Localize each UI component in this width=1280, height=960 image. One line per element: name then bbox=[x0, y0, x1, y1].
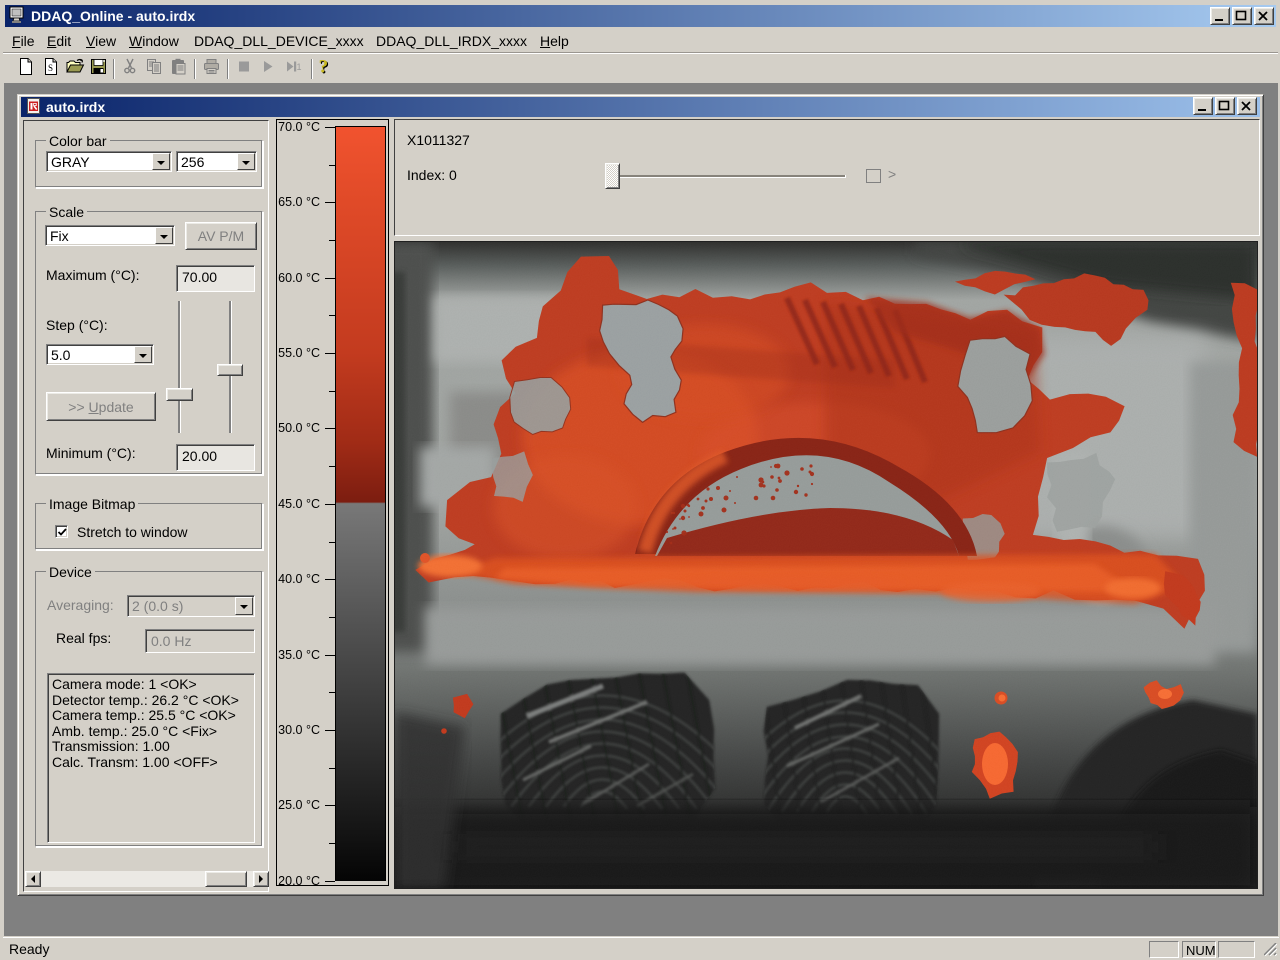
svg-text:1: 1 bbox=[297, 62, 302, 72]
svg-text:S: S bbox=[48, 63, 53, 73]
svg-text:?: ? bbox=[319, 56, 329, 77]
